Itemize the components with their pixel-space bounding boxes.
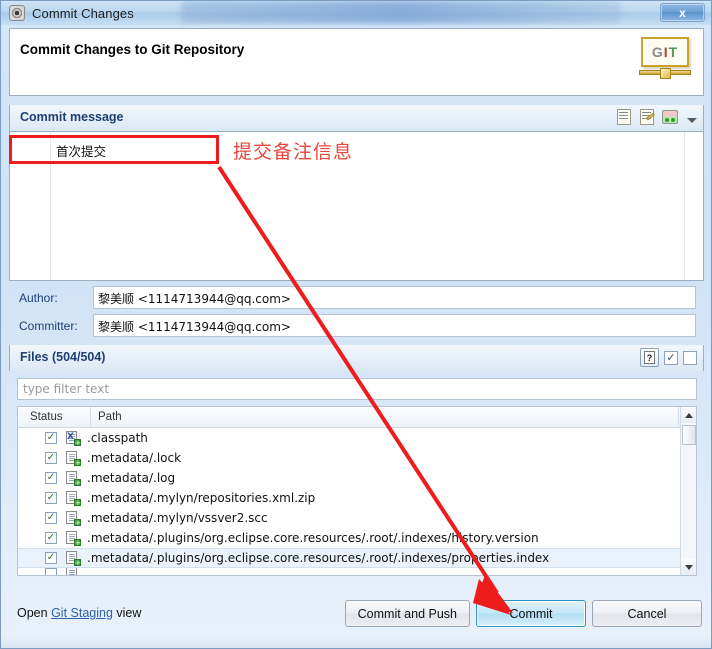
- author-row: Author: 黎美顺 <1114713944@qq.com>: [9, 286, 704, 310]
- commit-message-label: Commit message: [20, 110, 124, 124]
- page-title: Commit Changes to Git Repository: [20, 42, 245, 57]
- column-header-status[interactable]: Status: [30, 411, 63, 423]
- dialog-bottom-edge: [1, 636, 711, 648]
- commit-message-margin-rule: [684, 132, 685, 280]
- chevron-down-icon[interactable]: [687, 118, 697, 123]
- git-logo-icon: GIT: [639, 37, 693, 87]
- files-count-label: Files (504/504): [20, 350, 106, 364]
- files-table-header: Status Path: [18, 407, 696, 428]
- file-added-icon: +: [66, 491, 81, 507]
- file-path: .classpath: [87, 431, 148, 445]
- table-row-partial[interactable]: [18, 568, 696, 575]
- files-table: Status Path ✓ X + .classpath ✓ + .metadat…: [17, 406, 697, 576]
- annotation-highlight-box: [9, 135, 219, 164]
- table-row[interactable]: ✓ + .metadata/.plugins/org.eclipse.core.…: [18, 548, 696, 568]
- open-prefix: Open: [17, 606, 52, 620]
- files-section-header: Files (504/504) ? ✓: [9, 345, 704, 371]
- row-checkbox[interactable]: ✓: [45, 552, 57, 564]
- row-checkbox[interactable]: ✓: [45, 532, 57, 544]
- row-checkbox[interactable]: ✓: [45, 452, 57, 464]
- vertical-scrollbar[interactable]: [680, 407, 696, 575]
- scroll-down-icon[interactable]: [681, 559, 696, 575]
- file-path: .metadata/.plugins/org.eclipse.core.reso…: [87, 551, 550, 565]
- gear-icon: [9, 5, 25, 21]
- file-path: .metadata/.log: [87, 471, 176, 485]
- committer-field[interactable]: 黎美顺 <1114713944@qq.com>: [93, 314, 696, 337]
- file-added-icon: +: [66, 531, 81, 547]
- row-checkbox[interactable]: ✓: [45, 472, 57, 484]
- git-logo-letter-t: T: [668, 44, 679, 60]
- file-path: .metadata/.mylyn/repositories.xml.zip: [87, 491, 316, 505]
- amend-commit-icon[interactable]: [615, 108, 633, 126]
- file-added-icon: [66, 568, 79, 575]
- window-title: Commit Changes: [32, 5, 134, 21]
- commit-message-toolbar: [615, 108, 697, 126]
- git-logo-letter-g: G: [651, 44, 664, 60]
- cancel-button[interactable]: Cancel: [592, 600, 702, 627]
- table-row[interactable]: ✓ + .metadata/.mylyn/vssver2.scc: [18, 508, 696, 528]
- table-row[interactable]: ✓ + .metadata/.plugins/org.eclipse.core.…: [18, 528, 696, 548]
- scrollbar-thumb[interactable]: [682, 425, 696, 445]
- select-all-checkbox[interactable]: ✓: [664, 351, 678, 365]
- row-checkbox[interactable]: ✓: [45, 432, 57, 444]
- file-added-icon: +: [66, 551, 81, 567]
- scroll-up-icon[interactable]: [681, 407, 696, 423]
- table-row[interactable]: ✓ X + .classpath: [18, 428, 696, 448]
- title-bar: Commit Changes x: [1, 1, 711, 25]
- author-label: Author:: [19, 291, 58, 305]
- add-change-id-icon[interactable]: [661, 108, 679, 126]
- xml-file-added-icon: X +: [66, 431, 81, 447]
- show-untracked-button[interactable]: ?: [640, 348, 659, 367]
- column-header-path[interactable]: Path: [98, 411, 122, 423]
- close-icon[interactable]: x: [660, 3, 705, 22]
- commit-message-section-header: Commit message: [9, 105, 704, 131]
- open-git-staging-text: Open Git Staging view: [17, 606, 141, 620]
- committer-label: Committer:: [19, 319, 78, 333]
- row-checkbox[interactable]: ✓: [45, 492, 57, 504]
- row-checkbox[interactable]: ✓: [45, 512, 57, 524]
- table-row[interactable]: ✓ + .metadata/.mylyn/repositories.xml.zi…: [18, 488, 696, 508]
- annotation-note-text: 提交备注信息: [233, 141, 354, 163]
- dialog-button-row: Commit and Push Commit Cancel: [344, 600, 702, 627]
- column-divider: [678, 407, 679, 427]
- open-suffix: view: [112, 606, 142, 620]
- filter-input[interactable]: type filter text: [17, 378, 697, 400]
- git-logo-plate: GIT: [641, 37, 689, 67]
- commit-button[interactable]: Commit: [476, 600, 586, 627]
- question-mark-icon: ?: [644, 351, 655, 364]
- committer-row: Committer: 黎美顺 <1114713944@qq.com>: [9, 314, 704, 338]
- commit-and-push-button[interactable]: Commit and Push: [344, 600, 470, 627]
- git-staging-link[interactable]: Git Staging: [51, 606, 113, 620]
- signed-off-icon[interactable]: [638, 108, 656, 126]
- git-logo-knob: [660, 68, 671, 79]
- file-added-icon: +: [66, 471, 81, 487]
- file-added-icon: +: [66, 451, 81, 467]
- table-row[interactable]: ✓ + .metadata/.log: [18, 468, 696, 488]
- column-divider: [90, 407, 91, 427]
- author-field[interactable]: 黎美顺 <1114713944@qq.com>: [93, 286, 696, 309]
- table-row[interactable]: ✓ + .metadata/.lock: [18, 448, 696, 468]
- dialog-header: Commit Changes to Git Repository GIT: [9, 28, 704, 96]
- deselect-all-checkbox[interactable]: [683, 351, 697, 365]
- file-path: .metadata/.lock: [87, 451, 182, 465]
- files-toolbar: ? ✓: [640, 348, 697, 367]
- file-path: .metadata/.plugins/org.eclipse.core.reso…: [87, 531, 539, 545]
- row-checkbox[interactable]: [45, 568, 57, 575]
- commit-changes-dialog: Commit Changes x Commit Changes to Git R…: [0, 0, 712, 649]
- file-added-icon: +: [66, 511, 81, 527]
- file-path: .metadata/.mylyn/vssver2.scc: [87, 511, 268, 525]
- title-bar-blur-band: [181, 1, 621, 23]
